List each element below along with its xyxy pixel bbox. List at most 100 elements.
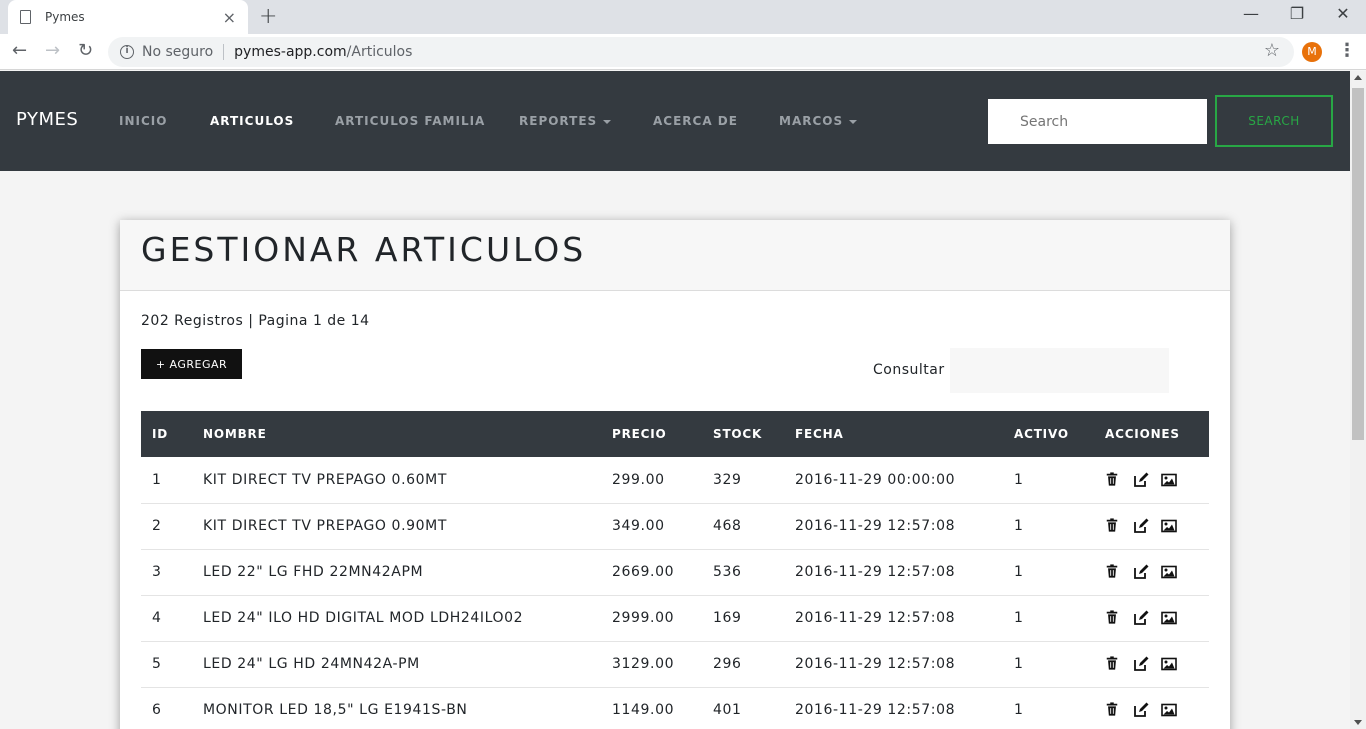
page-title: GESTIONAR ARTICULOS [141,230,587,269]
edit-icon[interactable] [1133,656,1149,672]
consultar-label: Consultar [873,362,945,378]
cell-activo: 1 [1003,687,1094,729]
cell-stock: 468 [702,503,784,550]
cell-nombre: KIT DIRECT TV PREPAGO 0.90MT [192,503,601,550]
search-button[interactable]: SEARCH [1215,95,1333,147]
cell-acciones [1094,457,1209,504]
cell-id: 6 [141,687,192,729]
row-actions [1105,656,1198,672]
forward-icon[interactable]: → [45,40,60,61]
cell-precio: 299.00 [601,457,702,504]
cell-precio: 3129.00 [601,641,702,688]
trash-icon[interactable] [1105,472,1121,488]
add-button[interactable]: + AGREGAR [141,349,242,379]
cell-activo: 1 [1003,549,1094,596]
trash-icon[interactable] [1105,610,1121,626]
scroll-down-icon[interactable] [1354,720,1362,725]
cell-acciones [1094,687,1209,729]
info-icon[interactable]: i [120,45,134,59]
search-input[interactable] [988,99,1207,144]
nav-acerca-de[interactable]: ACERCA DE [653,114,738,128]
image-icon[interactable] [1161,472,1177,488]
image-icon[interactable] [1161,610,1177,626]
articulos-table: ID NOMBRE PRECIO STOCK FECHA ACTIVO ACCI… [141,411,1209,729]
cell-acciones [1094,641,1209,688]
cell-id: 2 [141,503,192,550]
cell-fecha: 2016-11-29 12:57:08 [784,687,1003,729]
table-body: 1 KIT DIRECT TV PREPAGO 0.60MT 299.00 329 20… [141,457,1209,729]
tab-title: Pymes [45,10,85,24]
table-row: 1 KIT DIRECT TV PREPAGO 0.60MT 299.00 329 20… [141,457,1209,504]
restore-icon[interactable]: ❐ [1274,4,1320,23]
new-tab-button[interactable]: + [259,4,277,29]
trash-icon[interactable] [1105,518,1121,534]
url-path[interactable]: /Articulos [347,44,413,60]
col-fecha: FECHA [795,427,844,441]
browser-tab[interactable]: Pymes × [8,0,248,34]
table-row: 3 LED 22" LG FHD 22MN42APM 2669.00 536 2016-… [141,549,1209,596]
edit-icon[interactable] [1133,472,1149,488]
cell-nombre: LED 22" LG FHD 22MN42APM [192,549,601,596]
back-icon[interactable]: ← [12,40,27,61]
brand-logo[interactable]: PYMES [16,109,78,130]
address-bar[interactable]: i No seguro pymes-app.com /Articulos ☆ [108,37,1294,67]
cell-nombre: LED 24" ILO HD DIGITAL MOD LDH24ILO02 [192,595,601,642]
reload-icon[interactable]: ↻ [78,40,93,61]
cell-stock: 401 [702,687,784,729]
col-activo: ACTIVO [1014,427,1069,441]
image-icon[interactable] [1161,702,1177,718]
consultar-input[interactable] [950,348,1169,393]
profile-avatar[interactable]: M [1302,42,1322,62]
nav-inicio[interactable]: INICIO [119,114,167,128]
edit-icon[interactable] [1133,610,1149,626]
tab-close-icon[interactable]: × [223,8,236,27]
row-actions [1105,702,1198,718]
edit-icon[interactable] [1133,518,1149,534]
security-label[interactable]: No seguro [142,44,213,60]
image-icon[interactable] [1161,656,1177,672]
nav-marcos-label: MARCOS [779,114,844,128]
divider [223,44,225,60]
row-actions [1105,472,1198,488]
trash-icon[interactable] [1105,702,1121,718]
url-host[interactable]: pymes-app.com [234,44,346,60]
image-icon[interactable] [1161,564,1177,580]
nav-articulos[interactable]: ARTICULOS [210,114,294,128]
table-row: 5 LED 24" LG HD 24MN42A-PM 3129.00 296 2016-… [141,641,1209,688]
cell-fecha: 2016-11-29 12:57:08 [784,549,1003,596]
cell-fecha: 2016-11-29 00:00:00 [784,457,1003,504]
bookmark-star-icon[interactable]: ☆ [1264,40,1280,61]
window-close-icon[interactable]: ✕ [1320,4,1366,23]
image-icon[interactable] [1161,518,1177,534]
chevron-down-icon [849,119,858,124]
edit-icon[interactable] [1133,702,1149,718]
browser-menu-icon[interactable]: ⋮ [1338,40,1356,61]
row-actions [1105,610,1198,626]
browser-tabstrip: Pymes × + — ❐ ✕ [0,0,1366,34]
table-header-row: ID NOMBRE PRECIO STOCK FECHA ACTIVO ACCI… [141,411,1209,457]
app-navbar: PYMES INICIO ARTICULOS ARTICULOS FAMILIA… [0,71,1350,171]
scroll-thumb[interactable] [1352,88,1364,440]
scroll-up-icon[interactable] [1354,75,1362,80]
cell-stock: 536 [702,549,784,596]
browser-toolbar: ← → ↻ i No seguro pymes-app.com /Articul… [0,34,1366,70]
nav-marcos[interactable]: MARCOS [779,114,858,128]
cell-acciones [1094,595,1209,642]
trash-icon[interactable] [1105,656,1121,672]
table-row: 4 LED 24" ILO HD DIGITAL MOD LDH24ILO02 29… [141,595,1209,642]
nav-articulos-familia[interactable]: ARTICULOS FAMILIA [335,114,485,128]
cell-acciones [1094,549,1209,596]
row-actions [1105,564,1198,580]
cell-precio: 2669.00 [601,549,702,596]
page-scrollbar[interactable] [1350,71,1366,729]
nav-reportes[interactable]: REPORTES [519,114,612,128]
cell-id: 5 [141,641,192,688]
minimize-icon[interactable]: — [1228,4,1274,23]
cell-stock: 169 [702,595,784,642]
cell-stock: 296 [702,641,784,688]
cell-precio: 349.00 [601,503,702,550]
edit-icon[interactable] [1133,564,1149,580]
trash-icon[interactable] [1105,564,1121,580]
cell-id: 4 [141,595,192,642]
row-actions [1105,518,1198,534]
